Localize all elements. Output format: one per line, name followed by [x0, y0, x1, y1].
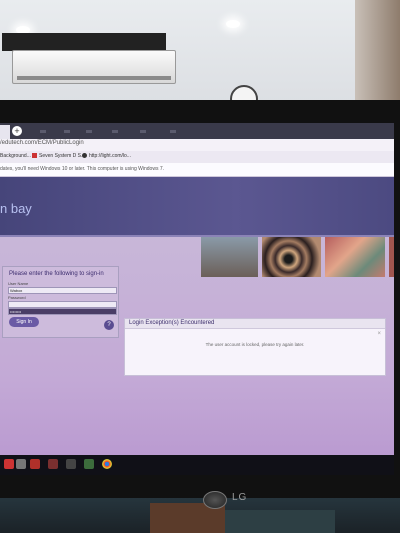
taskbar-app-icon[interactable] — [30, 459, 40, 469]
username-label: User Name — [8, 281, 29, 286]
site-header: n bay — [0, 177, 394, 237]
help-icon[interactable]: ? — [104, 320, 114, 330]
taskbar-app-icon[interactable] — [84, 459, 94, 469]
windows-taskbar — [0, 455, 394, 475]
link-icon — [82, 153, 87, 159]
signin-panel: Please enter the following to sign-in Us… — [2, 266, 119, 338]
sign-in-button[interactable]: Sign In — [9, 317, 39, 327]
address-bar[interactable]: /edutech.com/ECM/PublicLogin — [0, 139, 394, 151]
url-text: /edutech.com/ECM/PublicLogin — [0, 140, 84, 146]
monitor-screen: + /edutech.com/ECM/PublicLogin Backgroun… — [0, 123, 394, 475]
ceiling-light — [226, 20, 240, 28]
bookmark-label: Background... — [0, 153, 31, 159]
bookmarks-bar: Background... Seven System D S... http:/… — [0, 151, 394, 163]
infobar-text: dates, you'll need Windows 10 or later. … — [0, 166, 164, 172]
new-tab-button[interactable]: + — [12, 126, 22, 136]
windows-support-infobar: dates, you'll need Windows 10 or later. … — [0, 163, 394, 177]
banner-photo-art — [325, 237, 385, 277]
bookmark-item[interactable]: Seven System D S... — [32, 153, 85, 159]
ac-bracket — [2, 33, 166, 51]
taskbar-app-icon[interactable] — [48, 459, 58, 469]
taskbar-app-icon[interactable] — [66, 459, 76, 469]
site-brand: n bay — [0, 201, 32, 216]
banner-photo-building — [201, 237, 258, 277]
login-exception-dialog: Login Exception(s) Encountered × The use… — [124, 318, 386, 376]
wall-shelf — [355, 0, 400, 110]
bookmark-item[interactable]: Background... — [0, 153, 31, 159]
username-input[interactable]: Wabox — [8, 287, 117, 294]
air-conditioner — [12, 50, 176, 84]
dialog-header: Login Exception(s) Encountered — [125, 319, 385, 329]
browser-tab-strip: + — [0, 123, 394, 139]
desk-object — [225, 510, 335, 533]
bookmark-item[interactable]: http://light.com/lo... — [82, 153, 131, 159]
chrome-icon[interactable] — [102, 459, 112, 469]
lg-logo: LG — [232, 492, 248, 503]
bookmark-label: http://light.com/lo... — [89, 153, 131, 159]
taskbar-app-icon[interactable] — [16, 459, 26, 469]
bookmark-icon — [32, 153, 37, 159]
password-field[interactable]: •••••••• — [8, 308, 117, 315]
bookmark-label: Seven System D S... — [39, 153, 86, 159]
banner-photo-spiral — [262, 237, 321, 277]
signin-title: Please enter the following to sign-in — [9, 271, 104, 277]
password-input[interactable] — [8, 301, 117, 308]
start-icon[interactable] — [4, 459, 14, 469]
password-label: Password — [8, 295, 26, 300]
dialog-title: Login Exception(s) Encountered — [129, 320, 215, 326]
power-button[interactable] — [203, 491, 227, 509]
browser-tab[interactable] — [0, 125, 10, 139]
banner-photo — [389, 237, 394, 277]
close-icon[interactable]: × — [377, 331, 381, 337]
dialog-message: The user account is locked, please try a… — [205, 342, 305, 347]
